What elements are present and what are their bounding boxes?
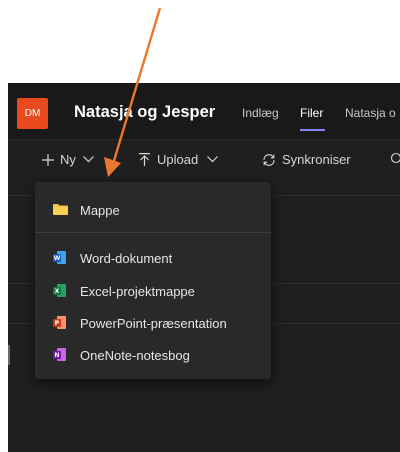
annotation-arrow [104, 7, 162, 177]
